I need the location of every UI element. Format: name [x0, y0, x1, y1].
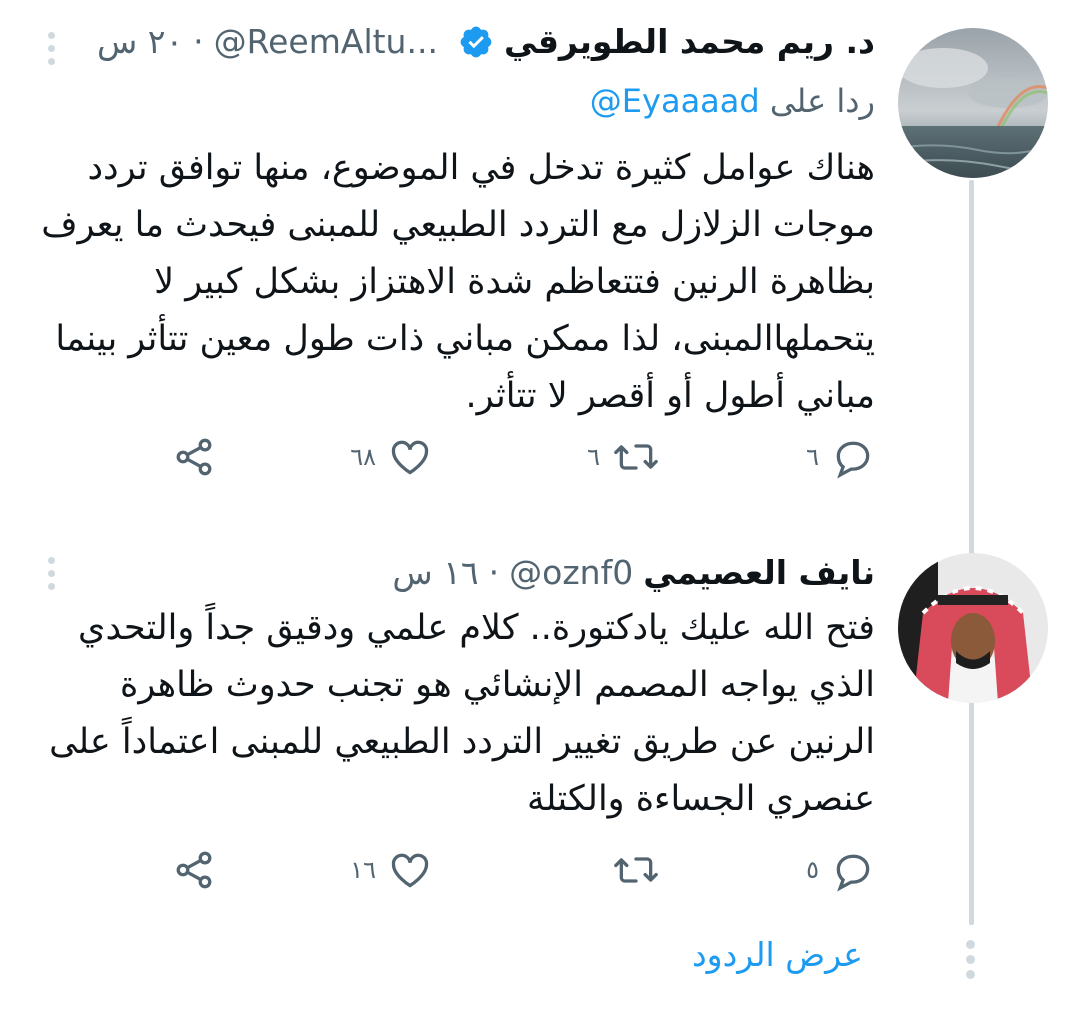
reply-to-line: ردا على @Eyaaaad [590, 82, 875, 120]
heart-icon [391, 853, 429, 888]
tweet-text: فتح الله عليك يادكتورة.. كلام علمي ودقيق… [49, 608, 875, 819]
share-action[interactable] [172, 435, 216, 479]
share-icon [176, 438, 212, 476]
author-avatar[interactable] [898, 28, 1048, 178]
show-replies-link[interactable]: عرض الردود [692, 935, 863, 974]
tweet-text: هناك عوامل كثيرة تدخل في الموضوع، منها ت… [41, 148, 875, 416]
reply-to-mention[interactable]: @Eyaaaad [590, 82, 760, 120]
tweet-header: نايف العصيمي @oznf0 · ١٦ س [392, 553, 875, 592]
reply-bubble-icon [836, 854, 870, 892]
retweet-count: ٦ [587, 443, 600, 471]
retweet-action[interactable] [600, 848, 660, 892]
like-action[interactable]: ١٦ [350, 848, 432, 892]
reply-bubble-icon [836, 441, 870, 479]
like-count: ٦٨ [350, 443, 376, 471]
reply-action[interactable]: ٥ [806, 848, 875, 892]
share-icon [176, 851, 212, 889]
separator-dot: · [193, 22, 204, 61]
author-handle[interactable]: @ReemAltu... [214, 22, 438, 61]
heart-icon [391, 440, 429, 475]
retweet-icon [614, 444, 658, 470]
author-avatar[interactable] [898, 553, 1048, 703]
reply-to-prefix: ردا على [769, 82, 875, 120]
tweet-time[interactable]: ٢٠ س [97, 22, 183, 61]
thread-continuation-dots [966, 940, 975, 985]
separator-dot: · [488, 553, 500, 592]
more-options-icon[interactable] [48, 32, 58, 71]
reply-action[interactable]: ٦ [806, 435, 875, 479]
tweet-header: د. ريم محمد الطويرقي @ReemAltu... · ٢٠ س [97, 22, 875, 61]
share-action[interactable] [172, 848, 216, 892]
author-handle[interactable]: @oznf0 [509, 553, 633, 592]
sea-landscape-image [898, 28, 1048, 178]
more-options-icon[interactable] [48, 557, 58, 596]
like-count: ١٦ [350, 856, 376, 884]
tweet-time[interactable]: ١٦ س [392, 553, 478, 592]
retweet-action[interactable]: ٦ [587, 435, 660, 479]
tweet-actions: ٦ ٦ ٦٨ [160, 435, 875, 495]
author-name[interactable]: د. ريم محمد الطويرقي [504, 22, 875, 61]
person-portrait-image [898, 553, 1048, 703]
retweet-icon [614, 857, 658, 883]
like-action[interactable]: ٦٨ [350, 435, 432, 479]
reply-count: ٦ [806, 443, 819, 471]
tweet-actions: ٥ ١٦ [160, 848, 875, 908]
reply-count: ٥ [806, 856, 819, 884]
verified-badge-icon [460, 26, 492, 57]
author-name[interactable]: نايف العصيمي [643, 553, 875, 592]
